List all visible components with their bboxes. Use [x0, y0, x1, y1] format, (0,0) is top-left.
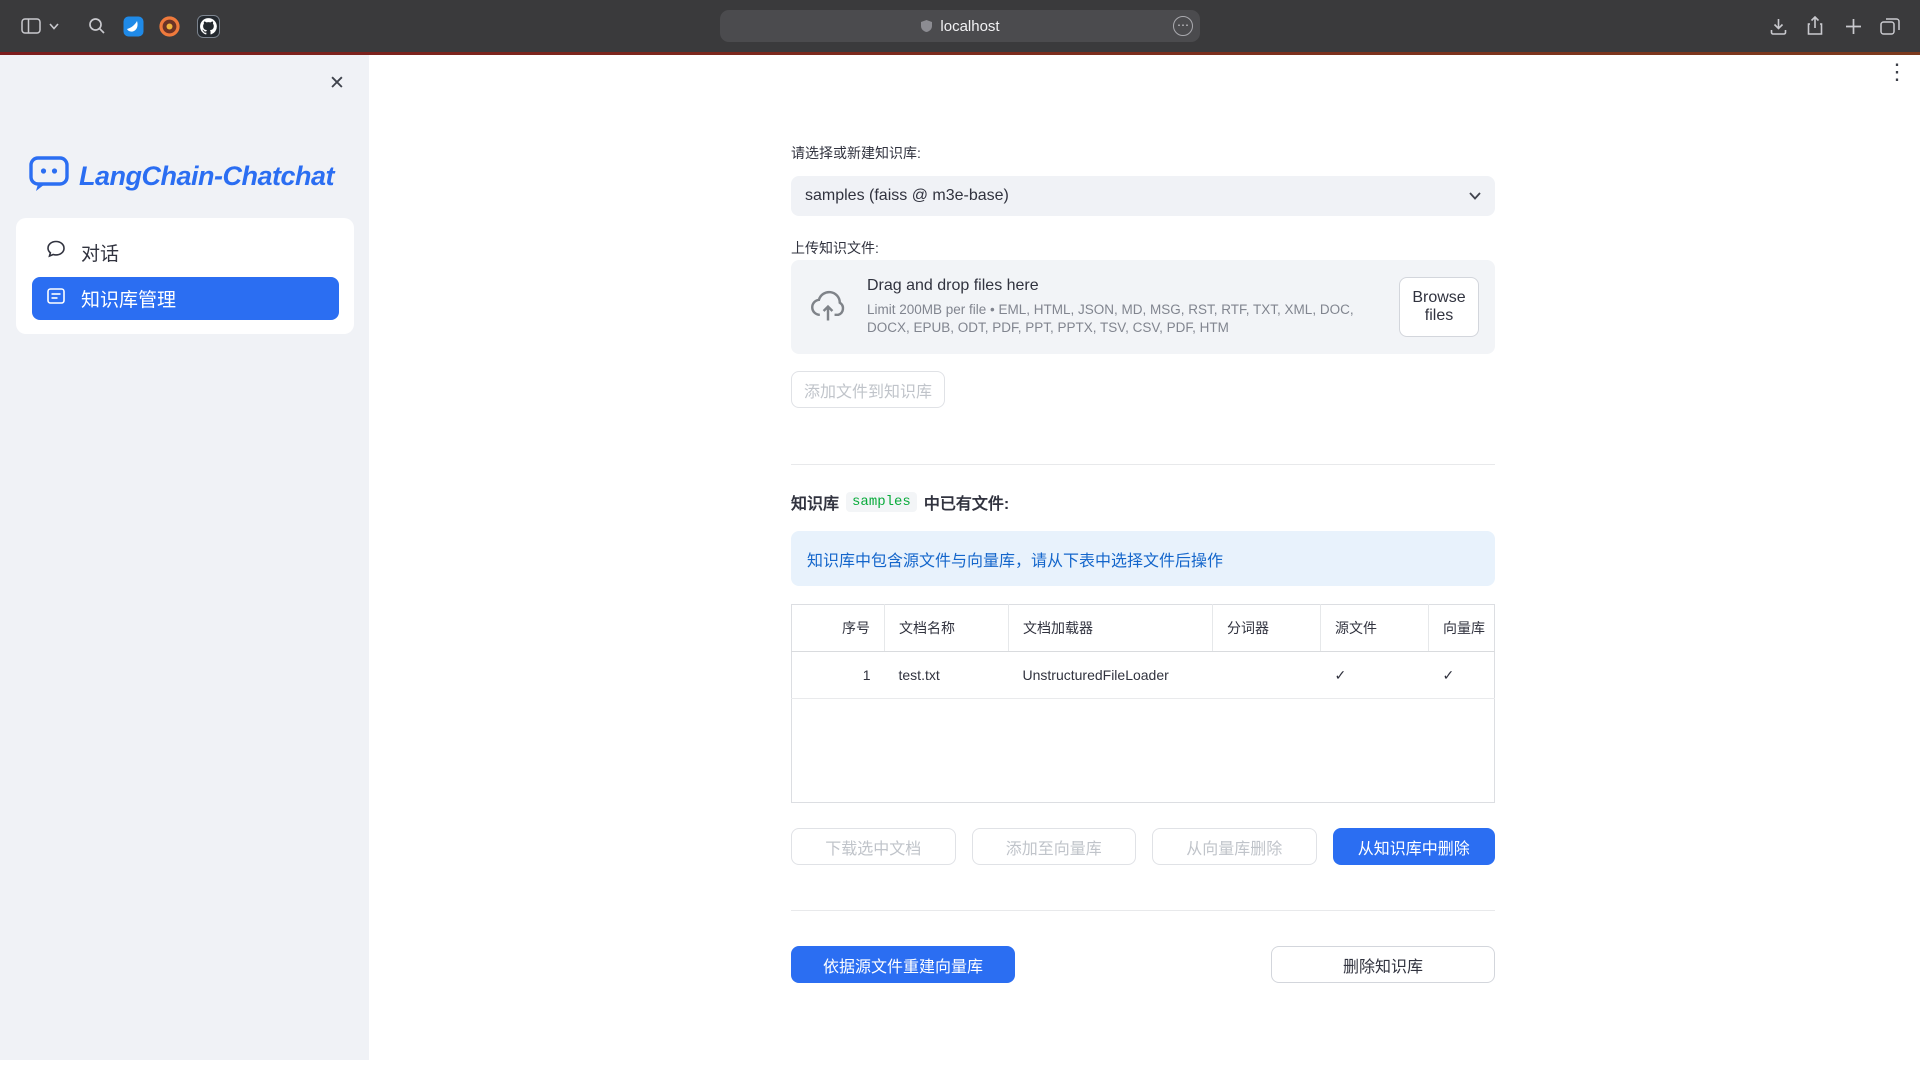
page-options-icon[interactable]: ⋯	[1173, 16, 1193, 36]
cell-vectorstore-check[interactable]: ✓	[1429, 652, 1495, 699]
sidebar: ✕ LangChain-Chatchat 对话 知识库管理	[0, 55, 369, 1060]
browse-files-button[interactable]: Browse files	[1399, 277, 1479, 337]
table-empty-area	[792, 699, 1495, 803]
recorder-app-icon[interactable]	[157, 14, 181, 38]
remove-from-vectorstore-button[interactable]: 从向量库删除	[1152, 828, 1317, 865]
cell-loader[interactable]: UnstructuredFileLoader	[1009, 652, 1213, 699]
col-header-index: 序号	[792, 605, 885, 652]
site-icon	[920, 19, 933, 33]
kb-select-value: samples (faiss @ m3e-base)	[805, 187, 1009, 205]
spacer	[1031, 946, 1255, 983]
kb-select-label: 请选择或新建知识库:	[791, 143, 921, 163]
col-header-splitter: 分词器	[1213, 605, 1321, 652]
table-header-row: 序号 文档名称 文档加载器 分词器 源文件 向量库	[792, 605, 1495, 652]
add-files-to-kb-button[interactable]: 添加文件到知识库	[791, 371, 945, 408]
logo-chat-bubble-icon	[28, 155, 70, 198]
kb-files-table: 序号 文档名称 文档加载器 分词器 源文件 向量库 1 test.txt Uns…	[791, 604, 1495, 803]
col-header-docname: 文档名称	[885, 605, 1009, 652]
heading-suffix: 中已有文件:	[924, 490, 1009, 514]
app-logo: LangChain-Chatchat	[28, 155, 334, 198]
tab-overview-icon[interactable]	[1878, 14, 1902, 38]
chevron-down-icon[interactable]	[46, 14, 62, 38]
sidebar-item-label: 对话	[81, 239, 119, 266]
info-text: 知识库中包含源文件与向量库，请从下表中选择文件后操作	[807, 547, 1223, 571]
kb-bottom-actions: 依据源文件重建向量库 删除知识库	[791, 946, 1495, 983]
sidebar-toggle-icon[interactable]	[19, 14, 43, 38]
github-app-icon[interactable]	[196, 14, 220, 38]
kb-select[interactable]: samples (faiss @ m3e-base)	[791, 176, 1495, 216]
cell-index[interactable]: 1	[792, 652, 885, 699]
sidebar-item-label: 知识库管理	[81, 285, 176, 312]
search-icon[interactable]	[85, 14, 109, 38]
add-to-vectorstore-button[interactable]: 添加至向量库	[972, 828, 1137, 865]
select-chevron-down-icon	[1469, 192, 1481, 200]
file-actions-row: 下载选中文档 添加至向量库 从向量库删除 从知识库中删除	[791, 828, 1495, 865]
sidebar-nav: 对话 知识库管理	[16, 218, 354, 334]
share-icon[interactable]	[1803, 14, 1827, 38]
url-text: localhost	[940, 18, 999, 35]
heading-prefix: 知识库	[791, 490, 839, 514]
rebuild-vectorstore-button[interactable]: 依据源文件重建向量库	[791, 946, 1015, 983]
cloud-upload-icon	[807, 287, 849, 328]
delete-kb-button[interactable]: 删除知识库	[1271, 946, 1495, 983]
divider	[791, 910, 1495, 911]
dropzone-limit-text: Limit 200MB per file • EML, HTML, JSON, …	[867, 301, 1387, 337]
col-header-sourcefile: 源文件	[1321, 605, 1429, 652]
upload-label: 上传知识文件:	[791, 238, 879, 258]
sidebar-item-dialogue[interactable]: 对话	[16, 230, 354, 274]
sidebar-close-icon[interactable]: ✕	[323, 69, 351, 97]
chat-bubble-icon	[46, 239, 66, 265]
cell-sourcefile-check[interactable]: ✓	[1321, 652, 1429, 699]
browser-toolbar: localhost ⋯	[0, 0, 1920, 52]
info-banner: 知识库中包含源文件与向量库，请从下表中选择文件后操作	[791, 531, 1495, 586]
dropzone-title: Drag and drop files here	[867, 277, 1387, 295]
logo-text: LangChain-Chatchat	[79, 161, 334, 192]
delete-from-kb-button[interactable]: 从知识库中删除	[1333, 828, 1496, 865]
download-selected-button[interactable]: 下载选中文档	[791, 828, 956, 865]
kb-files-heading: 知识库 samples 中已有文件:	[791, 490, 1009, 514]
new-tab-icon[interactable]	[1841, 14, 1865, 38]
file-dropzone[interactable]: Drag and drop files here Limit 200MB per…	[791, 260, 1495, 354]
app-menu-icon[interactable]: ⋮	[1884, 58, 1910, 88]
address-bar[interactable]: localhost ⋯	[720, 10, 1200, 42]
cell-splitter[interactable]	[1213, 652, 1321, 699]
table-row[interactable]: 1 test.txt UnstructuredFileLoader ✓ ✓	[792, 652, 1495, 699]
col-header-vectorstore: 向量库	[1429, 605, 1495, 652]
col-header-loader: 文档加载器	[1009, 605, 1213, 652]
mail-app-icon[interactable]	[121, 14, 145, 38]
cell-docname[interactable]: test.txt	[885, 652, 1009, 699]
sidebar-item-knowledge-base[interactable]: 知识库管理	[32, 277, 339, 320]
downloads-icon[interactable]	[1766, 14, 1790, 38]
dropzone-texts: Drag and drop files here Limit 200MB per…	[867, 277, 1387, 337]
knowledge-base-icon	[46, 286, 66, 312]
kb-name-code: samples	[846, 492, 917, 512]
divider	[791, 464, 1495, 465]
